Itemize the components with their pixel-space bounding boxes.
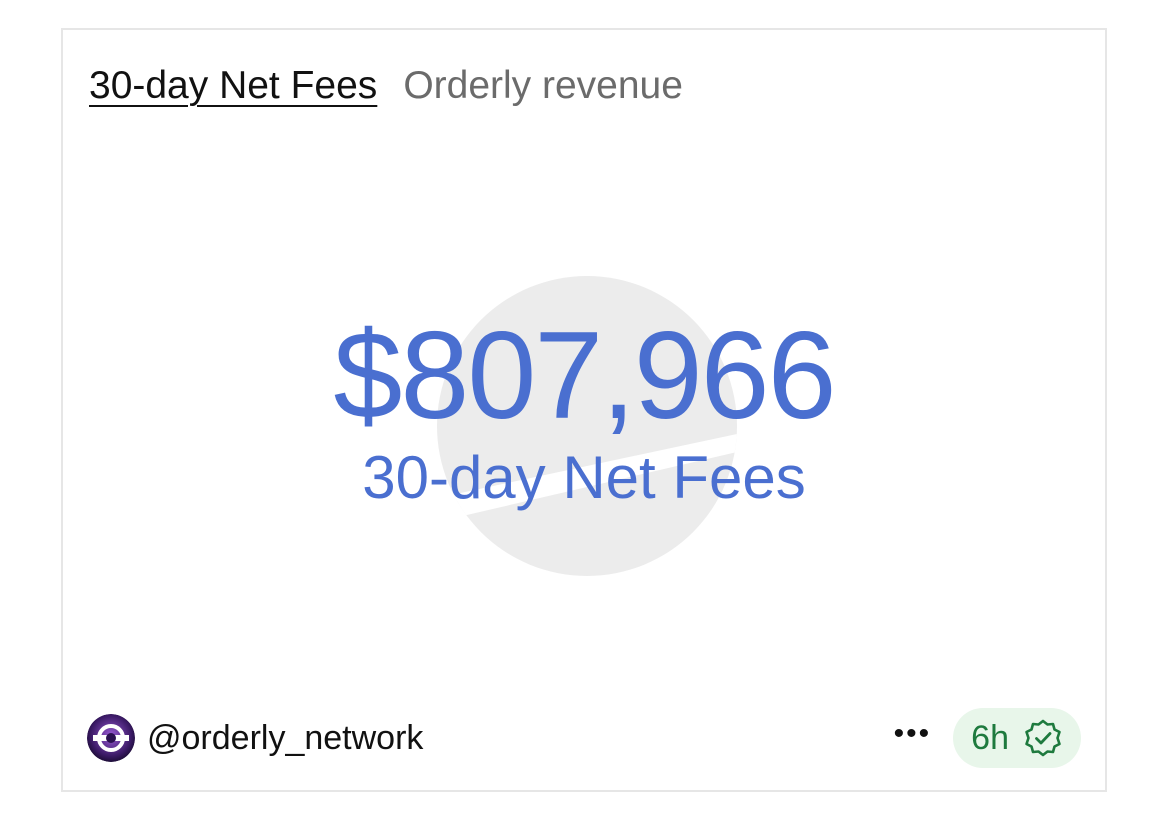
metric-value: $807,966 [333, 307, 836, 445]
metric-card: 30-day Net Fees Orderly revenue $807,966… [61, 28, 1107, 792]
footer-actions: ••• 6h [894, 708, 1081, 768]
time-badge[interactable]: 6h [953, 708, 1081, 768]
verified-check-icon [1025, 719, 1061, 757]
author[interactable]: @orderly_network [87, 714, 423, 762]
more-options-icon[interactable]: ••• [894, 719, 932, 757]
author-handle: @orderly_network [147, 718, 424, 757]
time-badge-label: 6h [971, 718, 1009, 757]
avatar [87, 714, 135, 762]
card-subtitle: Orderly revenue [403, 64, 683, 107]
metric-label: 30-day Net Fees [362, 444, 806, 511]
card-title-link[interactable]: 30-day Net Fees [89, 66, 377, 105]
card-header: 30-day Net Fees Orderly revenue [89, 66, 683, 105]
